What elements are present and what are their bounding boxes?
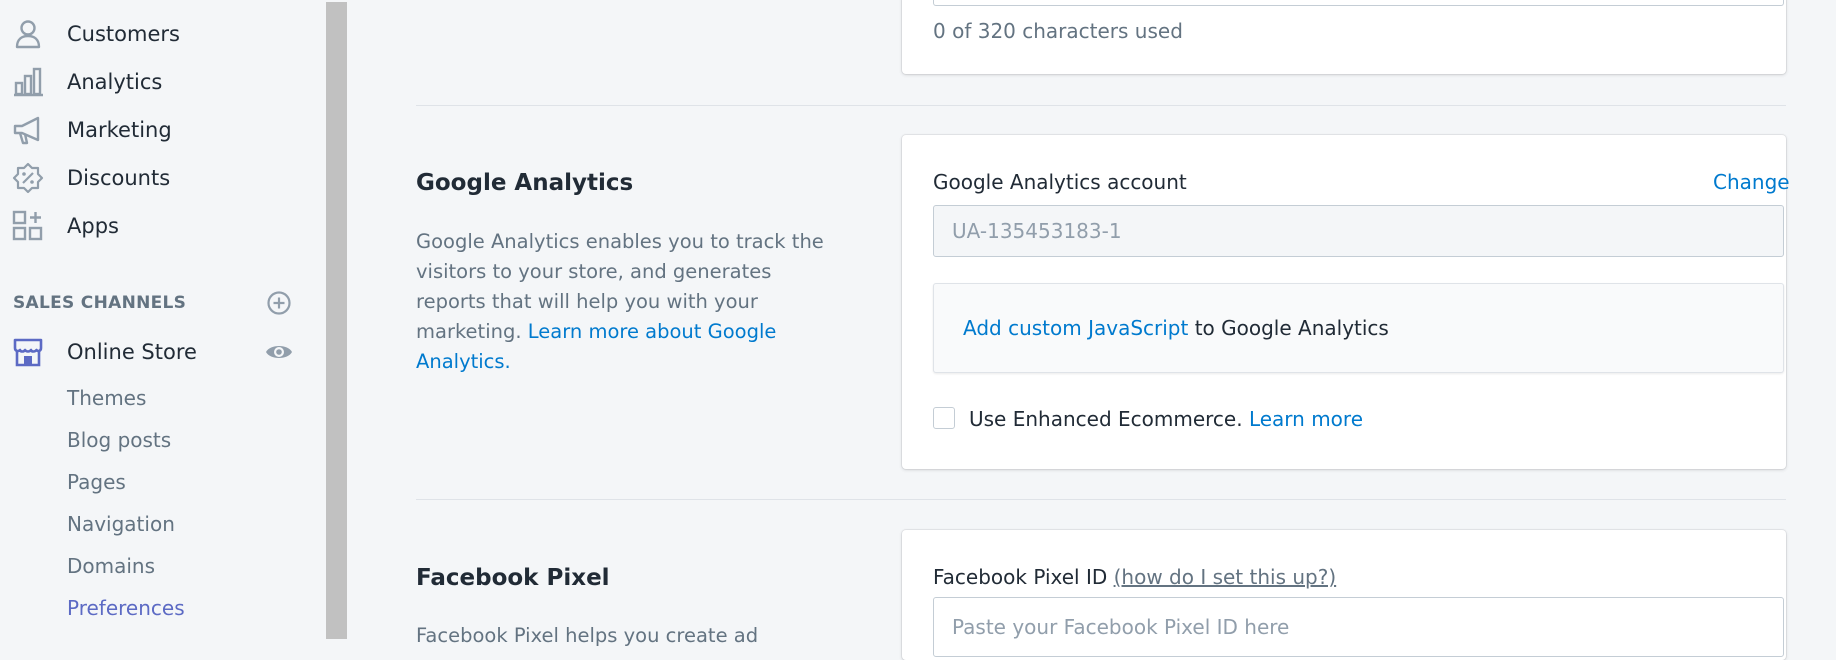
add-sales-channel-icon[interactable] xyxy=(266,290,292,316)
change-account-link[interactable]: Change xyxy=(1713,170,1790,194)
sidebar-item-customers[interactable]: Customers xyxy=(0,14,320,54)
character-count: 0 of 320 characters used xyxy=(933,19,1183,43)
discount-badge-icon xyxy=(12,162,44,194)
google-analytics-heading: Google Analytics xyxy=(416,170,634,196)
sidebar-item-apps[interactable]: Apps xyxy=(0,206,320,246)
sidebar-item-label: Marketing xyxy=(67,118,172,142)
sidebar-item-discounts[interactable]: Discounts xyxy=(0,158,320,198)
sidebar-item-label: Analytics xyxy=(67,70,163,94)
facebook-pixel-id-label: Facebook Pixel ID (how do I set this up?… xyxy=(933,565,1337,589)
sidebar-item-label: Apps xyxy=(67,214,119,238)
facebook-pixel-description: Facebook Pixel helps you create ad xyxy=(416,624,759,647)
facebook-pixel-id-input[interactable]: Paste your Facebook Pixel ID here xyxy=(933,597,1784,657)
custom-javascript-box: Add custom JavaScript to Google Analytic… xyxy=(933,283,1784,373)
person-icon xyxy=(15,20,41,49)
google-analytics-description: Google Analytics enables you to track th… xyxy=(416,230,824,373)
custom-javascript-text: Add custom JavaScript to Google Analytic… xyxy=(963,316,1389,340)
google-analytics-account-label: Google Analytics account xyxy=(933,170,1187,194)
enhanced-ecommerce-learn-more-link[interactable]: Learn more xyxy=(1249,407,1363,431)
sidebar-item-label: Customers xyxy=(67,22,180,46)
sidebar-item-marketing[interactable]: Marketing xyxy=(0,110,320,150)
sidebar-subitem-blog-posts[interactable]: Blog posts xyxy=(67,428,171,452)
sidebar-scrollbar[interactable] xyxy=(326,2,347,639)
store-icon xyxy=(13,338,43,367)
megaphone-icon xyxy=(13,116,40,145)
sidebar-item-analytics[interactable]: Analytics xyxy=(0,62,320,102)
add-custom-javascript-link[interactable]: Add custom JavaScript xyxy=(963,316,1188,340)
meta-description-input[interactable] xyxy=(933,0,1784,6)
sidebar-subitem-themes[interactable]: Themes xyxy=(67,386,146,410)
facebook-pixel-heading: Facebook Pixel xyxy=(416,565,610,591)
section-divider xyxy=(416,499,1786,500)
sidebar-subitem-pages[interactable]: Pages xyxy=(67,470,126,494)
bar-chart-icon xyxy=(14,67,43,97)
section-divider xyxy=(416,105,1786,106)
sidebar-subitem-navigation[interactable]: Navigation xyxy=(67,512,175,536)
sidebar-subitem-domains[interactable]: Domains xyxy=(67,554,155,578)
sidebar-item-label: Online Store xyxy=(67,340,197,364)
apps-grid-icon xyxy=(12,210,43,241)
facebook-pixel-help-link[interactable]: (how do I set this up?) xyxy=(1114,565,1337,589)
enhanced-ecommerce-checkbox[interactable] xyxy=(933,407,955,429)
sales-channels-title: SALES CHANNELS xyxy=(13,293,187,313)
eye-icon[interactable] xyxy=(265,340,293,364)
sidebar-item-label: Discounts xyxy=(67,166,171,190)
google-analytics-account-field: UA-135453183-1 xyxy=(933,205,1784,257)
sidebar-subitem-preferences[interactable]: Preferences xyxy=(67,596,185,620)
sidebar: Customers Analytics Marketing Discounts xyxy=(0,0,326,643)
enhanced-ecommerce-label: Use Enhanced Ecommerce. Learn more xyxy=(969,407,1363,431)
